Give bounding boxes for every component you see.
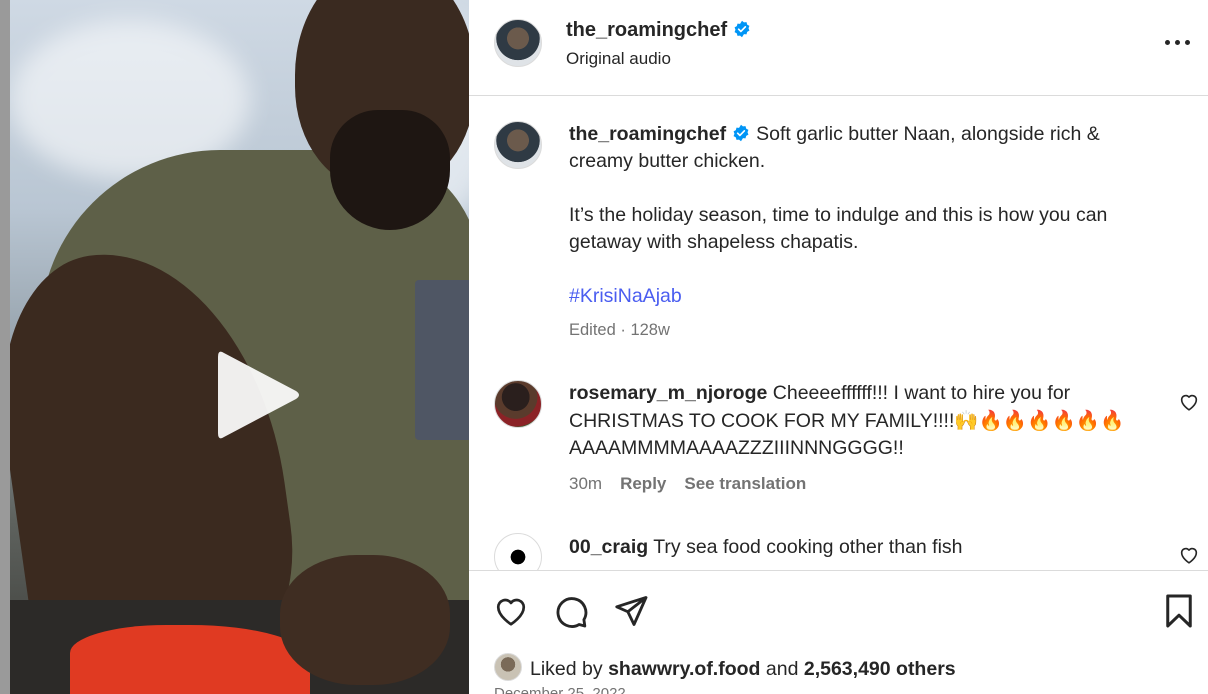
comment-item: rosemary_m_njoroge Cheeeeffffff!!! I wan… [569,380,1159,463]
see-translation-button[interactable]: See translation [684,474,806,493]
reply-button[interactable]: Reply [620,474,666,493]
audio-label[interactable]: Original audio [566,49,671,69]
instagram-post-view: the_roamingchef Original audio the_roami… [0,0,1208,694]
comment-item: 00_craig Try sea food cooking other than… [569,534,1159,562]
share-icon[interactable] [613,593,649,629]
caption-hashtag[interactable]: #KrisiNaAjab [569,283,1169,310]
action-bar: Liked by shawwry.of.food and 2,563,490 o… [469,570,1208,694]
caption-author-username[interactable]: the_roamingchef [569,123,726,145]
post-header: the_roamingchef Original audio [469,0,1208,96]
comment-time: 30m [569,474,603,493]
verified-badge-icon [733,124,749,142]
caption-author-avatar[interactable] [494,121,542,169]
video-player[interactable] [10,0,469,694]
comment-like-icon[interactable] [1178,544,1200,566]
post-side-panel: the_roamingchef Original audio the_roami… [469,0,1208,694]
commenter-username[interactable]: 00_craig [569,536,648,558]
liker-avatar[interactable] [494,653,522,681]
likes-count[interactable]: 2,563,490 others [804,658,956,680]
author-avatar[interactable] [494,19,542,67]
post-caption: the_roamingchef Soft garlic butter Naan, … [569,121,1169,310]
author-username[interactable]: the_roamingchef [566,19,751,42]
caption-text-2: It’s the holiday season, time to indulge… [569,204,1108,253]
play-icon[interactable] [210,345,306,445]
caption-meta: Edited · 128w [569,321,670,339]
verified-badge-icon [734,20,750,38]
post-date: December 25, 2022 [494,685,626,694]
window-edge [0,0,10,694]
commenter-username[interactable]: rosemary_m_njoroge [569,382,767,404]
commenter-avatar[interactable] [494,380,542,428]
comment-body: Try sea food cooking other than fish [653,536,963,558]
comment-like-icon[interactable] [1178,391,1200,413]
more-options-icon[interactable] [1157,30,1197,56]
liker-username[interactable]: shawwry.of.food [608,658,760,680]
bookmark-icon[interactable] [1161,593,1197,629]
comment-icon[interactable] [553,593,589,629]
comments-section[interactable]: the_roamingchef Soft garlic butter Naan, … [469,97,1208,570]
commenter-avatar[interactable] [494,533,542,570]
heart-icon[interactable] [493,593,529,629]
comment-meta: 30m Reply See translation [569,474,806,494]
likes-summary: Liked by shawwry.of.food and 2,563,490 o… [494,653,956,681]
